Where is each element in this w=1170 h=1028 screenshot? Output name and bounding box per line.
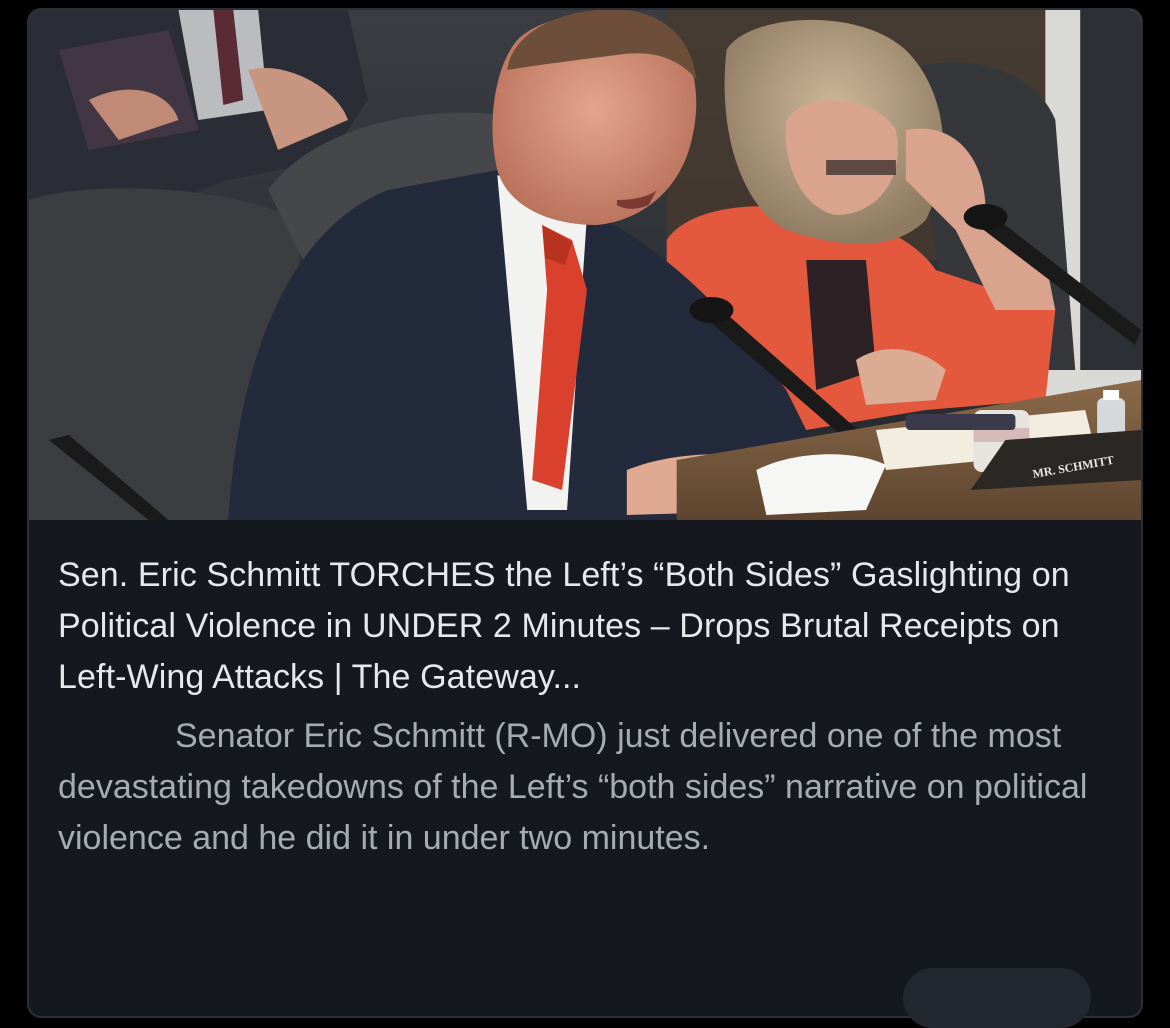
card-action-pill[interactable] <box>903 968 1091 1028</box>
article-thumbnail[interactable]: MR. SCHMITT <box>29 10 1141 520</box>
link-preview-card[interactable]: MR. SCHMITT Sen. Eric Schmitt TORCHES th… <box>27 8 1143 1018</box>
article-description: Senator Eric Schmitt (R-MO) just deliver… <box>58 717 1088 857</box>
hearing-photo-icon: MR. SCHMITT <box>29 10 1141 520</box>
card-content[interactable]: Sen. Eric Schmitt TORCHES the Left’s “Bo… <box>29 520 1141 864</box>
article-title[interactable]: Sen. Eric Schmitt TORCHES the Left’s “Bo… <box>58 550 1113 703</box>
